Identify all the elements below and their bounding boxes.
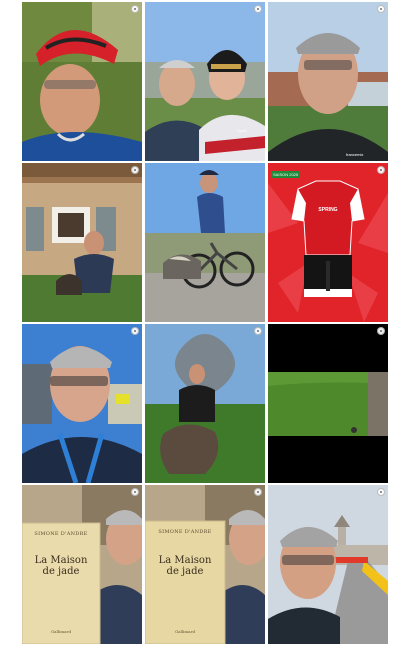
photo-tile-man-with-dog-house[interactable] <box>22 163 142 322</box>
multiple-photos-icon <box>377 5 385 13</box>
photo-selfie-building <box>268 2 388 161</box>
photo-tile-cyclist-with-dog[interactable] <box>145 163 265 322</box>
book-title-line-2: de jade <box>42 566 80 577</box>
photo-tile-book-selfie-1[interactable]: SIMONE D'ANDRE La Maison de jade Gallima… <box>22 485 142 644</box>
graphic-team-jersey <box>268 163 388 322</box>
multiple-photos-icon <box>377 488 385 496</box>
photo-grid: Sport francemix SAISON 2025 SPRING SIMON… <box>22 2 388 644</box>
photo-selfie-lanyard <box>22 324 142 483</box>
photo-tile-team-jersey[interactable]: SAISON 2025 SPRING <box>268 163 388 322</box>
video-grass-frame <box>268 324 388 483</box>
book-title-line-2: de jade <box>166 566 204 577</box>
multiple-photos-icon <box>377 166 385 174</box>
video-tile-grass[interactable] <box>268 324 388 483</box>
photo-man-with-dog-house <box>22 163 142 322</box>
book-author: SIMONE D'ANDRE <box>158 529 212 535</box>
multiple-photos-icon <box>131 5 139 13</box>
multiple-photos-icon <box>131 488 139 496</box>
video-icon <box>377 327 385 335</box>
photo-man-with-dog-garden <box>145 324 265 483</box>
book-title-line-1: La Maison <box>158 555 212 566</box>
photo-tile-selfie-race-barriers[interactable] <box>268 485 388 644</box>
photo-tile-selfie-with-rider[interactable]: Sport <box>145 2 265 161</box>
shirt-sponsor-text: francemix <box>346 152 364 157</box>
book-publisher: Gallimard <box>50 629 72 634</box>
multiple-photos-icon <box>254 327 262 335</box>
photo-selfie-race-barriers <box>268 485 388 644</box>
book-title-line-1: La Maison <box>34 555 88 566</box>
photo-selfie-helmet <box>22 2 142 161</box>
multiple-photos-icon <box>254 488 262 496</box>
photo-cyclist-with-dog <box>145 163 265 322</box>
multiple-photos-icon <box>131 166 139 174</box>
shirt-sponsor-text: Sport <box>237 128 247 133</box>
season-tag: SAISON 2025 <box>271 171 301 178</box>
book-publisher: Gallimard <box>174 629 196 634</box>
photo-tile-book-selfie-2[interactable]: SIMONE D'ANDRE La Maison de jade Gallima… <box>145 485 265 644</box>
photo-tile-man-with-dog-garden[interactable] <box>145 324 265 483</box>
book-author: SIMONE D'ANDRE <box>34 531 88 537</box>
photo-tile-selfie-building[interactable]: francemix <box>268 2 388 161</box>
multiple-photos-icon <box>131 327 139 335</box>
multiple-photos-icon <box>254 5 262 13</box>
jersey-sponsor-text: SPRING <box>318 207 338 213</box>
photo-selfie-with-rider <box>145 2 265 161</box>
photo-tile-selfie-helmet[interactable] <box>22 2 142 161</box>
photo-tile-selfie-lanyard[interactable] <box>22 324 142 483</box>
